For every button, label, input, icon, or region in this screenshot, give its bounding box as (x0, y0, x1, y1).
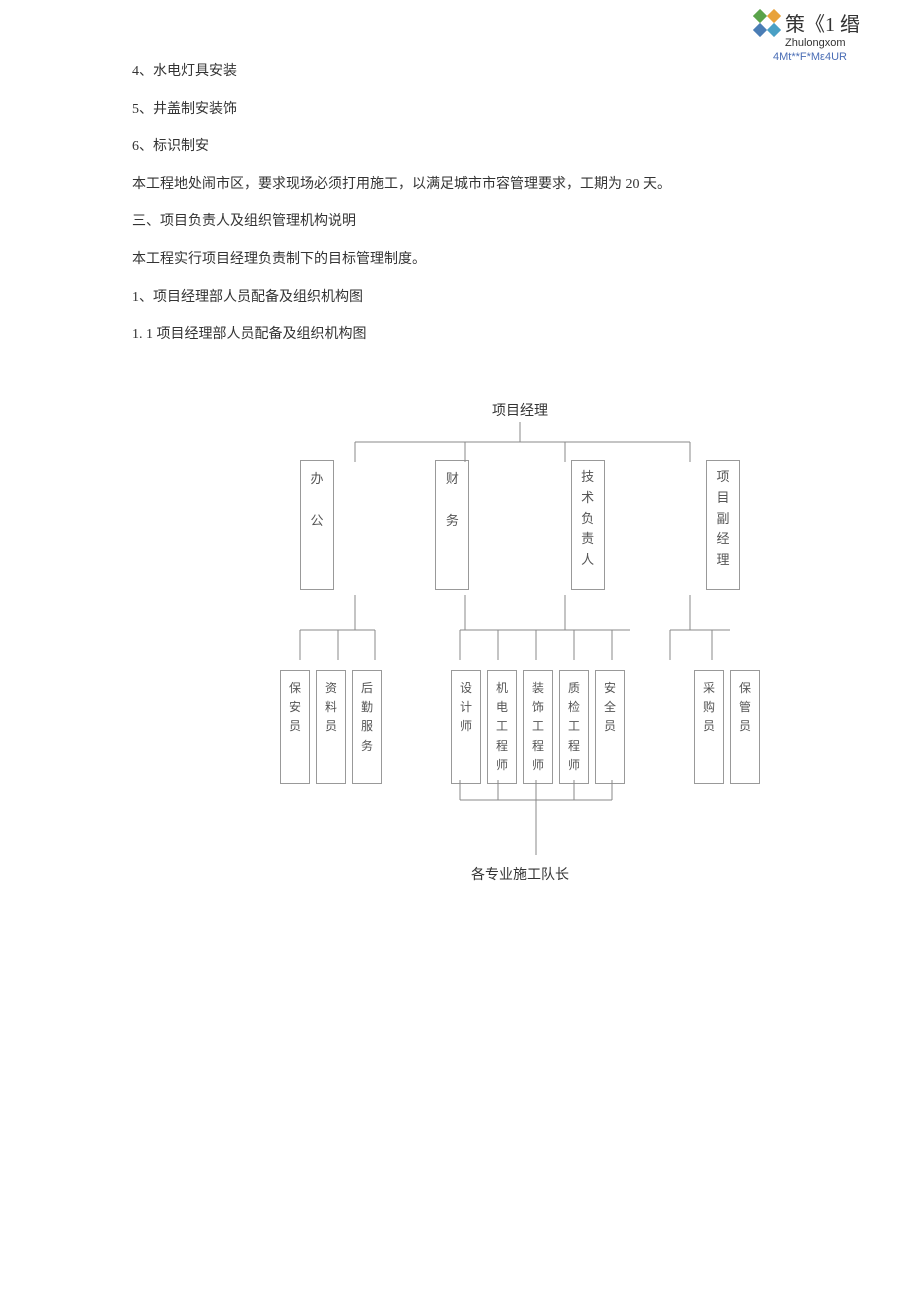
org-node: 采购员 (694, 670, 724, 784)
paragraph: 6、标识制安 (132, 137, 792, 157)
logo-icon (753, 9, 781, 37)
document-body: 4、水电灯具安装 5、井盖制安装饰 6、标识制安 本工程地处闹市区，要求现场必须… (132, 62, 792, 363)
org-node: 安全员 (595, 670, 625, 784)
paragraph: 三、项目负责人及组织管理机构说明 (132, 212, 792, 232)
paragraph: 本工程实行项目经理负责制下的目标管理制度。 (132, 250, 792, 270)
org-node-tech-lead: 技术负责人 (571, 460, 605, 590)
header-subtitle: Zhulongxom (753, 37, 860, 49)
org-node: 保管员 (730, 670, 760, 784)
paragraph: 1. 1 项目经理部人员配备及组织机构图 (132, 325, 792, 345)
org-node-finance: 财 务 (435, 460, 469, 590)
org-bottom-label: 各专业施工队长 (280, 864, 760, 884)
page-header: 策《1 缗 Zhulongxom 4Mt**F*Mε4UR (753, 8, 860, 63)
org-node-office: 办 公 (300, 460, 334, 590)
org-top-label: 项目经理 (280, 400, 760, 420)
org-node: 保安员 (280, 670, 310, 784)
org-node: 资料员 (316, 670, 346, 784)
header-title: 策《1 缗 (785, 8, 860, 37)
org-group-admin: 保安员 资料员 后勤服务 (280, 670, 382, 784)
org-group-tech: 设计师 机电工程师 装饰工程师 质检工程师 安全员 (451, 670, 625, 784)
paragraph: 1、项目经理部人员配备及组织机构图 (132, 288, 792, 308)
org-node-deputy-pm: 项目副经理 (706, 460, 740, 590)
org-node: 设计师 (451, 670, 481, 784)
org-node: 后勤服务 (352, 670, 382, 784)
org-node: 机电工程师 (487, 670, 517, 784)
paragraph: 本工程地处闹市区，要求现场必须打用施工，以满足城市市容管理要求，工期为 20 天… (132, 175, 792, 195)
paragraph: 5、井盖制安装饰 (132, 100, 792, 120)
org-node: 装饰工程师 (523, 670, 553, 784)
org-chart: 项目经理 (280, 400, 760, 884)
org-node: 质检工程师 (559, 670, 589, 784)
paragraph: 4、水电灯具安装 (132, 62, 792, 82)
org-group-supply: 采购员 保管员 (694, 670, 760, 784)
